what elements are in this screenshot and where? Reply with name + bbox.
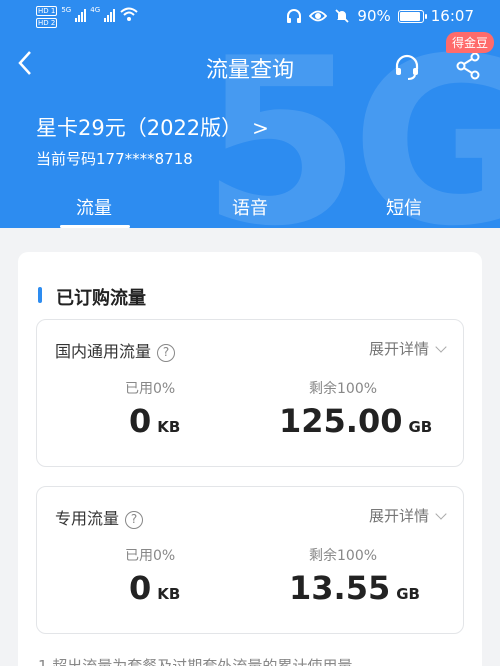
- share-icon[interactable]: [455, 52, 481, 84]
- used-value: 0 KB: [129, 569, 181, 607]
- signal-icon-2: [104, 6, 116, 22]
- tab-data[interactable]: 流量: [44, 194, 144, 220]
- remaining-value: 125.00 GB: [279, 402, 433, 440]
- customer-service-icon[interactable]: [394, 54, 420, 84]
- used-value: 0 KB: [129, 402, 181, 440]
- box-title: 专用流量?: [55, 505, 144, 529]
- used-label: 已用0%: [125, 381, 176, 397]
- tab-sms[interactable]: 短信: [354, 194, 454, 220]
- tab-voice[interactable]: 语音: [200, 194, 300, 220]
- data-card: 已订购流量 国内通用流量? 展开详情 已用0% 剩余100% 0 KB 125.0…: [18, 252, 482, 666]
- net2-label: 4G: [90, 6, 101, 14]
- box-title: 国内通用流量?: [55, 338, 176, 362]
- hd2-indicator: HD 2: [36, 18, 58, 28]
- signal-icon: [75, 6, 87, 22]
- net1-label: 5G: [61, 6, 72, 14]
- header: 5G HD 1 HD 2 5G 4G 90% 16:07 流量查询 得金豆 星卡…: [0, 0, 500, 228]
- expand-details-button[interactable]: 展开详情: [369, 505, 447, 526]
- used-label: 已用0%: [125, 548, 176, 564]
- mute-bell-icon: [335, 9, 350, 23]
- phone-number: 当前号码177****8718: [36, 150, 193, 168]
- headphone-status-icon: [287, 9, 302, 23]
- tab-bar: 流量 语音 短信: [0, 188, 500, 228]
- remaining-value: 13.55 GB: [289, 569, 420, 607]
- section-title: 已订购流量: [56, 288, 146, 309]
- plan-name-label: 星卡29元（2022版）: [36, 116, 243, 140]
- active-tab-indicator: [60, 225, 130, 228]
- expand-details-button[interactable]: 展开详情: [369, 338, 447, 359]
- hd1-indicator: HD 1: [36, 6, 58, 16]
- help-icon[interactable]: ?: [157, 343, 176, 362]
- clock: 16:07: [430, 7, 474, 25]
- general-data-box: 国内通用流量? 展开详情 已用0% 剩余100% 0 KB 125.00 GB: [36, 319, 464, 467]
- help-icon[interactable]: ?: [125, 510, 144, 529]
- battery-icon: [397, 9, 427, 23]
- remaining-label: 剩余100%: [309, 381, 378, 397]
- special-data-box: 专用流量? 展开详情 已用0% 剩余100% 0 KB 13.55 GB: [36, 486, 464, 634]
- page-title: 流量查询: [205, 58, 294, 83]
- wifi-icon: [120, 7, 138, 21]
- eye-icon: [309, 10, 328, 22]
- nav-bar: 流量查询: [0, 38, 500, 94]
- battery-percent: 90%: [357, 7, 391, 25]
- remaining-label: 剩余100%: [309, 548, 378, 564]
- status-bar: HD 1 HD 2 5G 4G 90% 16:07: [0, 0, 500, 34]
- footnote: 1.超出流量为套餐及过期套外流量的累计使用量: [38, 657, 353, 666]
- gold-bean-badge[interactable]: 得金豆: [445, 32, 494, 53]
- chevron-down-icon: [435, 341, 447, 353]
- plan-name[interactable]: 星卡29元（2022版） >: [36, 112, 269, 142]
- chevron-right-icon: >: [252, 116, 269, 140]
- chevron-down-icon: [435, 508, 447, 520]
